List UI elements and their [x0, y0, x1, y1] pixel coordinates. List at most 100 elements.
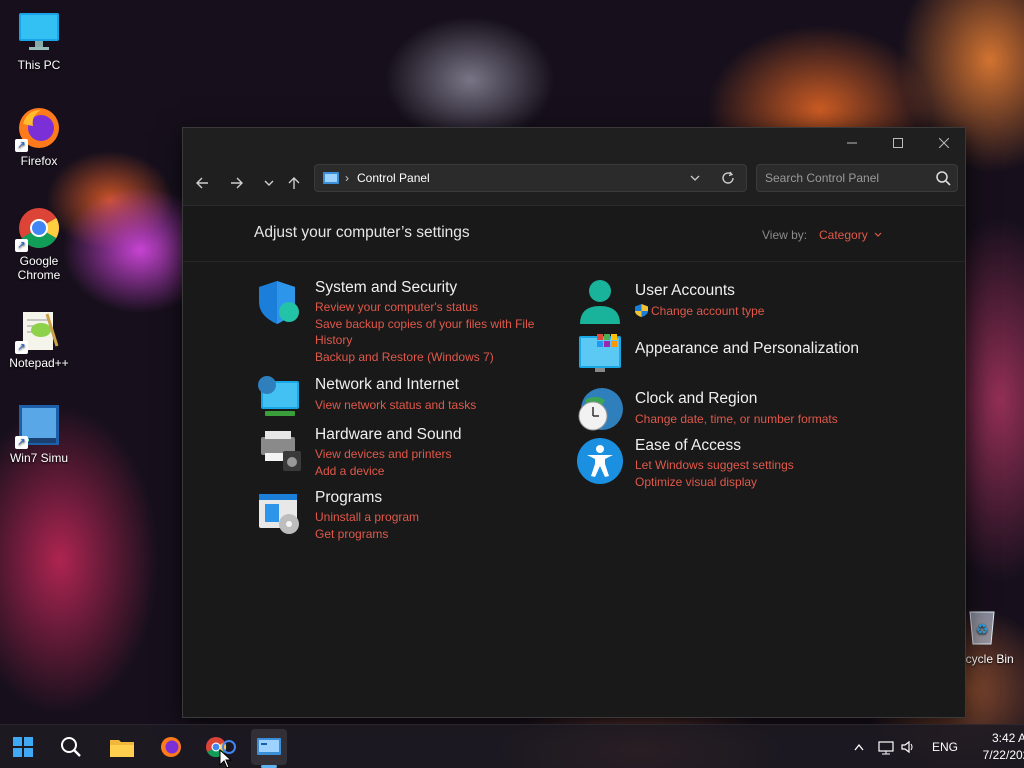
- show-hidden-icons-button[interactable]: [850, 743, 868, 751]
- firefox-icon: [161, 737, 181, 757]
- desktop-icon-label: Notepad++: [9, 356, 69, 370]
- system-tray: ENG 3:42 AM 7/22/2023: [850, 725, 1024, 768]
- category-title[interactable]: Ease of Access: [635, 436, 875, 455]
- language-indicator[interactable]: ENG: [932, 740, 958, 754]
- mouse-cursor-icon: [219, 749, 233, 768]
- arrow-right-icon: [231, 177, 243, 189]
- arrow-up-icon: [288, 177, 300, 189]
- windows-logo-icon: [13, 737, 33, 757]
- link-file-history[interactable]: Save backup copies of your files with Fi…: [315, 316, 555, 349]
- desktop-icon-firefox[interactable]: ↗ Firefox: [1, 106, 77, 168]
- control-panel-window: › Control Panel Adjust your computer’s s…: [182, 127, 966, 718]
- accessibility-icon: [575, 436, 625, 486]
- notepadpp-icon: ↗: [15, 308, 61, 354]
- globe-clock-icon: [575, 386, 625, 436]
- folder-icon: [110, 740, 134, 757]
- chevron-down-icon: [690, 175, 700, 181]
- desktop-icon-win7-simu[interactable]: ↗ Win7 Simu: [1, 403, 77, 465]
- search-icon[interactable]: [936, 171, 951, 191]
- refresh-icon: [722, 171, 734, 184]
- desktop-icon-this-pc[interactable]: This PC: [1, 10, 77, 72]
- desktop-icon-label: This PC: [17, 58, 61, 72]
- this-pc-icon: [17, 10, 61, 54]
- shortcut-arrow-icon: ↗: [15, 341, 28, 354]
- firefox-icon: ↗: [15, 106, 61, 152]
- control-panel-icon: [257, 738, 281, 755]
- volume-icon[interactable]: [898, 739, 918, 755]
- desktop-icon-chrome[interactable]: ↗ Google Chrome: [1, 206, 77, 282]
- search-input[interactable]: [765, 169, 925, 187]
- taskbar-file-explorer[interactable]: [104, 729, 140, 765]
- search-box[interactable]: [756, 164, 958, 192]
- shield-icon: [255, 278, 305, 328]
- link-change-account-type-text: Change account type: [651, 304, 765, 318]
- title-bar[interactable]: [183, 128, 965, 158]
- programs-icon: [255, 488, 305, 538]
- content-header: Adjust your computer’s settings View by:…: [183, 206, 965, 262]
- desktop-icon-label: Win7 Simu: [9, 451, 68, 465]
- network-status-icon[interactable]: [874, 739, 898, 755]
- monitor-palette-icon: [575, 330, 625, 380]
- chevron-up-icon: [854, 743, 864, 751]
- network-globe-icon: [255, 375, 305, 425]
- breadcrumb-control-panel[interactable]: Control Panel: [357, 171, 430, 185]
- svg-text:♻: ♻: [976, 621, 989, 637]
- taskbar-control-panel[interactable]: [251, 729, 287, 768]
- win7-simu-icon: ↗: [15, 403, 61, 449]
- maximize-button[interactable]: [875, 128, 921, 158]
- clock-date: 7/22/2023: [982, 748, 1024, 762]
- category-title[interactable]: Appearance and Personalization: [635, 339, 875, 358]
- page-title: Adjust your computer’s settings: [254, 224, 470, 241]
- link-optimize-display[interactable]: Optimize visual display: [635, 474, 875, 491]
- link-backup-restore[interactable]: Backup and Restore (Windows 7): [315, 349, 555, 366]
- recycle-bin-icon: ♻: [960, 604, 1004, 648]
- category-title[interactable]: User Accounts: [635, 281, 875, 300]
- link-devices-printers[interactable]: View devices and printers: [315, 446, 555, 463]
- breadcrumb-separator-icon: ›: [345, 171, 349, 185]
- view-by-dropdown[interactable]: Category: [819, 228, 882, 242]
- category-title[interactable]: Hardware and Sound: [315, 425, 555, 444]
- refresh-button[interactable]: [721, 171, 735, 188]
- forward-button[interactable]: [224, 170, 250, 196]
- search-icon: [61, 737, 81, 757]
- clock[interactable]: 3:42 AM 7/22/2023: [982, 730, 1024, 764]
- link-get-programs[interactable]: Get programs: [315, 526, 555, 543]
- minimize-button[interactable]: [829, 128, 875, 158]
- uac-shield-icon: [635, 304, 648, 317]
- chevron-down-icon: [264, 180, 274, 186]
- category-title[interactable]: Clock and Region: [635, 389, 875, 408]
- category-title[interactable]: Programs: [315, 488, 555, 507]
- printer-speaker-icon: [255, 425, 305, 475]
- view-by-value: Category: [819, 228, 868, 242]
- view-by-label: View by:: [762, 228, 808, 242]
- up-button[interactable]: [281, 170, 307, 196]
- link-network-status[interactable]: View network status and tasks: [315, 397, 555, 414]
- shortcut-arrow-icon: ↗: [15, 436, 28, 449]
- address-bar[interactable]: › Control Panel: [314, 164, 747, 192]
- taskbar-firefox[interactable]: [153, 729, 189, 765]
- chevron-down-icon: [874, 232, 882, 237]
- user-icon: [575, 278, 625, 328]
- desktop-icon-notepadpp[interactable]: ↗ Notepad++: [1, 308, 77, 370]
- arrow-left-icon: [196, 177, 208, 189]
- desktop-icon-label: Firefox: [20, 154, 58, 168]
- control-panel-small-icon: [323, 171, 339, 185]
- category-title[interactable]: System and Security: [315, 278, 555, 297]
- taskbar-chrome[interactable]: [203, 729, 239, 768]
- taskbar-search-button[interactable]: [53, 729, 89, 765]
- link-suggest-settings[interactable]: Let Windows suggest settings: [635, 457, 875, 474]
- shortcut-arrow-icon: ↗: [15, 239, 28, 252]
- desktop-icon-label: Google Chrome: [17, 254, 61, 282]
- link-uninstall-program[interactable]: Uninstall a program: [315, 509, 555, 526]
- link-change-account-type[interactable]: Change account type: [635, 303, 875, 320]
- link-date-time-formats[interactable]: Change date, time, or number formats: [635, 411, 875, 428]
- address-history-dropdown[interactable]: [690, 172, 700, 186]
- link-add-device[interactable]: Add a device: [315, 463, 555, 480]
- link-review-status[interactable]: Review your computer's status: [315, 299, 555, 316]
- back-button[interactable]: [189, 170, 215, 196]
- recent-locations-button[interactable]: [256, 170, 282, 196]
- start-button[interactable]: [5, 729, 41, 765]
- category-title[interactable]: Network and Internet: [315, 375, 555, 394]
- shortcut-arrow-icon: ↗: [15, 139, 28, 152]
- close-button[interactable]: [921, 128, 967, 158]
